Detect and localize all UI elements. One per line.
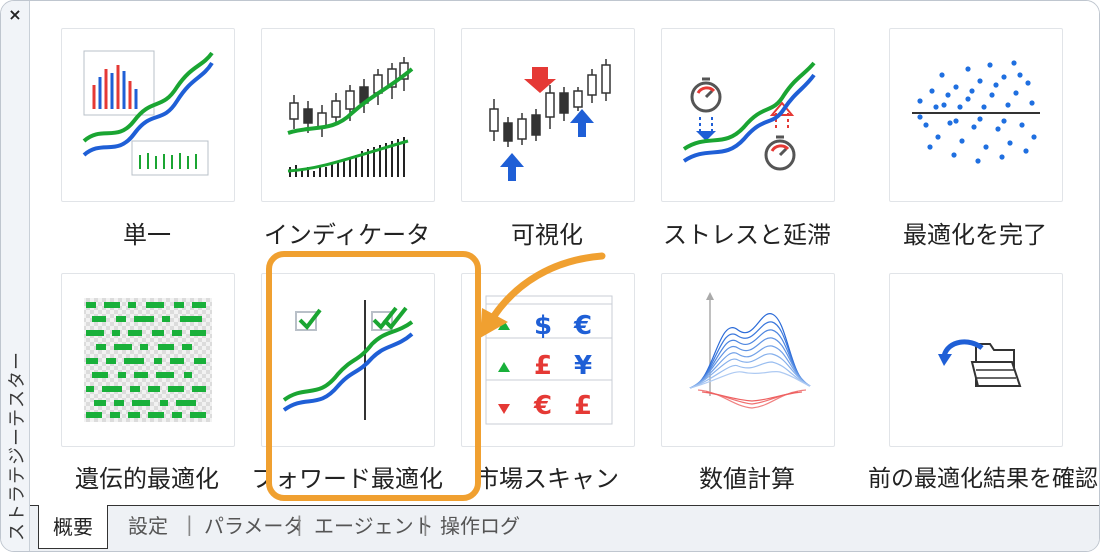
sidebar: × ストラテジーテスター: [1, 1, 30, 551]
tile-indicator[interactable]: [261, 28, 435, 202]
tab-journal[interactable]: 操作ログ: [440, 510, 520, 539]
tile-label-math-calculation: 数値計算: [699, 465, 795, 493]
stress-delay-icon: [682, 61, 816, 171]
currency-euro: €: [533, 391, 552, 421]
tile-label-complete-optimization: 最適化を完了: [903, 221, 1047, 249]
strategy-tester-window: × ストラテジーテスター 単一 インディケータ 可視化 ストレスと延滞 最適化を…: [0, 0, 1100, 552]
tile-label-genetic-optimization: 遺伝的最適化: [75, 465, 219, 493]
open-folder-icon: [938, 339, 1022, 387]
tab-agents[interactable]: エージェント: [314, 510, 434, 539]
tile-label-previous-results: 前の最適化結果を確認: [868, 466, 1098, 492]
genetic-optimization-icon: [84, 298, 212, 422]
tab-separator: |: [186, 512, 193, 536]
tab-overview[interactable]: 概要: [38, 505, 108, 549]
tab-separator: |: [422, 512, 429, 536]
tab-settings[interactable]: 設定: [128, 510, 168, 539]
tile-visualization[interactable]: [461, 28, 635, 202]
indicator-test-icon: [287, 57, 414, 177]
tile-label-single: 単一: [123, 221, 171, 249]
tile-genetic-optimization[interactable]: [61, 273, 235, 447]
visualization-icon: [489, 59, 611, 181]
curved-arrow-icon: [480, 252, 606, 338]
tile-previous-results[interactable]: [889, 273, 1063, 447]
tab-parameters[interactable]: パラメータ: [204, 510, 303, 539]
panel-title: ストラテジーテスター: [7, 351, 28, 541]
tile-label-indicator: インディケータ: [263, 221, 431, 249]
math-calculation-icon: [689, 292, 811, 409]
tile-stress-delay[interactable]: [661, 28, 835, 202]
tile-single[interactable]: [61, 28, 235, 202]
single-test-icon: [82, 50, 214, 176]
close-button[interactable]: ×: [5, 5, 25, 25]
currency-pound: £: [574, 391, 592, 421]
tile-label-visualization: 可視化: [511, 221, 583, 249]
tile-complete-optimization[interactable]: [889, 28, 1063, 202]
tab-separator: |: [296, 512, 303, 536]
mode-gallery: 単一 インディケータ 可視化 ストレスと延滞 最適化を完了 遺伝的最適化 フォワ…: [30, 1, 1099, 505]
tab-bar: 概要 設定 | パラメータ | エージェント | 操作ログ: [30, 505, 1099, 551]
tile-label-stress-delay: ストレスと延滞: [663, 221, 831, 249]
tile-math-calculation[interactable]: [661, 273, 835, 447]
complete-optimization-icon: [912, 60, 1040, 164]
